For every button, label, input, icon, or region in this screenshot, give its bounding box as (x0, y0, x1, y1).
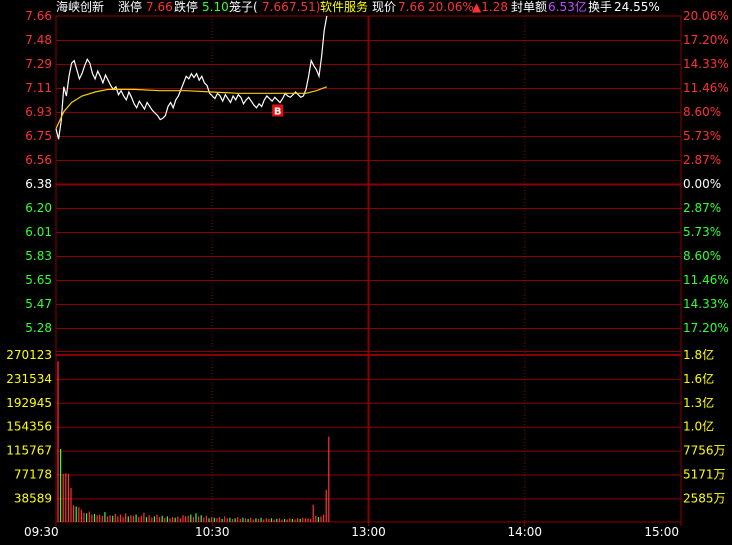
price-tick-label: 6.20 (25, 201, 52, 215)
volume-tick-label: 115767 (6, 444, 52, 458)
price-tick-label: 6.75 (25, 129, 52, 143)
volume-tick-label: 270123 (6, 348, 52, 362)
amount-tick-label: 1.3亿 (683, 395, 714, 410)
time-tick-label: 09:30 (24, 525, 59, 539)
intraday-chart-window: 海峡创新 涨停 7.66 跌停 5.10 笼子( 7.66 7.51) 软件服务… (0, 0, 732, 545)
amount-tick-label: 1.0亿 (683, 419, 714, 434)
price-tick-label: 6.38 (25, 177, 52, 191)
price-tick-label: 6.93 (25, 105, 52, 119)
pct-tick-label: 5.73% (683, 129, 721, 143)
amount-tick-label: 2585万 (683, 491, 726, 505)
buy-marker-label: B (274, 106, 282, 117)
pct-tick-label: 17.20% (683, 321, 729, 335)
amount-tick-label: 1.6亿 (683, 371, 714, 386)
pct-tick-label: 8.60% (683, 105, 721, 119)
volume-tick-label: 192945 (6, 396, 52, 410)
price-tick-label: 6.56 (25, 153, 52, 167)
time-tick-label: 14:00 (507, 525, 542, 539)
volume-tick-label: 154356 (6, 420, 52, 434)
pct-tick-label: 11.46% (683, 81, 729, 95)
volume-tick-label: 231534 (6, 372, 52, 386)
amount-tick-label: 7756万 (683, 444, 726, 458)
pct-tick-label: 8.60% (683, 249, 721, 263)
pct-tick-label: 11.46% (683, 273, 729, 287)
pct-tick-label: 0.00% (683, 177, 721, 191)
price-tick-label: 7.66 (25, 9, 52, 23)
price-tick-label: 5.47 (25, 297, 52, 311)
chart-canvas: 7.66 20.06% 7.48 17.20% 7.29 14.33% 7.11 11.46%… (6, 9, 729, 539)
volume-tick-label: 77178 (14, 468, 52, 482)
pct-tick-label: 2.87% (683, 153, 721, 167)
average-price-line (55, 86, 328, 129)
price-tick-label: 5.28 (25, 321, 52, 335)
price-line (55, 15, 328, 140)
price-tick-label: 7.48 (25, 33, 52, 47)
pct-tick-label: 5.73% (683, 225, 721, 239)
pct-tick-label: 14.33% (683, 297, 729, 311)
price-tick-label: 5.83 (25, 249, 52, 263)
pct-tick-label: 17.20% (683, 33, 729, 47)
volume-tick-label: 38589 (14, 491, 52, 505)
pct-tick-label: 20.06% (683, 9, 729, 23)
price-tick-label: 5.65 (25, 273, 52, 287)
time-tick-label: 15:00 (644, 525, 679, 539)
price-tick-label: 6.01 (25, 225, 52, 239)
time-tick-label: 10:30 (195, 525, 230, 539)
price-tick-label: 7.29 (25, 57, 52, 71)
time-tick-label: 13:00 (351, 525, 386, 539)
price-tick-label: 7.11 (25, 81, 52, 95)
amount-tick-label: 5171万 (683, 468, 726, 482)
amount-tick-label: 1.8亿 (683, 347, 714, 362)
pct-tick-label: 2.87% (683, 201, 721, 215)
pct-tick-label: 14.33% (683, 57, 729, 71)
